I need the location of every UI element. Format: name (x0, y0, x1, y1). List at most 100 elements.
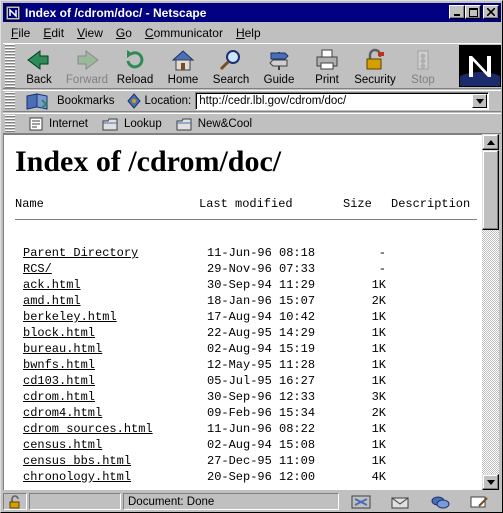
title-bar[interactable]: Index of /cdrom/doc/ - Netscape (3, 3, 501, 22)
navigation-toolbar: Back Forward Reload Home Search Guide Pr… (3, 43, 501, 89)
home-button[interactable]: Home (159, 44, 207, 88)
menu-bar: File Edit View Go Communicator Help (3, 23, 501, 43)
netscape-app-icon (5, 5, 21, 20)
column-description-header: Description (391, 197, 471, 211)
location-history-dropdown[interactable] (472, 94, 488, 108)
stop-button[interactable]: Stop (399, 44, 447, 88)
menu-communicator[interactable]: Communicator (137, 26, 228, 40)
file-date: 20-Sep-96 12:00 (207, 470, 316, 484)
folder-icon (176, 118, 192, 130)
file-link[interactable]: Parent Directory (23, 246, 138, 260)
personal-toolbar-grip[interactable] (5, 114, 15, 133)
forward-button[interactable]: Forward (63, 44, 111, 88)
file-size: 1K (371, 342, 386, 356)
file-link[interactable]: census.html (23, 438, 102, 452)
file-date: 02-Aug-94 15:19 (207, 342, 316, 356)
page-proxy-icon[interactable] (126, 93, 141, 109)
personal-item-internet[interactable]: Internet (29, 117, 88, 131)
personal-item-lookup[interactable]: Lookup (102, 117, 162, 131)
netscape-n-logo-icon (460, 46, 500, 86)
file-date: 22-Aug-95 14:29 (207, 326, 316, 340)
file-date: 12-May-95 11:28 (207, 358, 316, 372)
security-button[interactable]: Security (351, 44, 399, 88)
reload-icon (126, 50, 144, 69)
file-link[interactable]: census bbs.html (23, 454, 131, 468)
file-link[interactable]: block.html (23, 326, 95, 340)
guide-button[interactable]: Guide (255, 44, 303, 88)
close-icon (487, 8, 495, 16)
scroll-down-button[interactable] (482, 474, 499, 490)
forward-label: Forward (65, 74, 109, 86)
file-date: 02-Aug-94 15:08 (207, 438, 316, 452)
column-size-header: Size (343, 197, 372, 211)
personal-item-label: Lookup (124, 117, 162, 130)
personal-item-label: New&Cool (197, 117, 253, 130)
print-label: Print (315, 74, 339, 86)
file-link[interactable]: cd103.html (23, 374, 95, 388)
file-link[interactable]: bwnfs.html (23, 358, 95, 372)
location-url-input[interactable]: http://cedr.lbl.gov/cdrom/doc/ (195, 92, 490, 110)
back-button[interactable]: Back (15, 44, 63, 88)
location-label: Location: (144, 95, 192, 107)
component-bar (341, 493, 499, 510)
file-link[interactable]: cdrom sources.html (23, 422, 153, 436)
reload-label: Reload (116, 74, 154, 86)
reload-button[interactable]: Reload (111, 44, 159, 88)
maximize-button[interactable] (465, 5, 481, 19)
navigator-component-icon[interactable] (351, 495, 371, 509)
page-content: Index of /cdrom/doc/ Name Last modified Si… (3, 134, 482, 490)
mail-component-icon[interactable] (390, 495, 410, 509)
search-button[interactable]: Search (207, 44, 255, 88)
menu-view[interactable]: View (69, 26, 108, 40)
file-date: 18-Jan-96 15:07 (207, 294, 316, 308)
personal-item-new-cool[interactable]: New&Cool (176, 117, 252, 131)
file-date: 27-Dec-95 11:09 (207, 454, 316, 468)
column-modified-header: Last modified (199, 197, 293, 211)
print-button[interactable]: Print (303, 44, 351, 88)
file-size: 1K (371, 326, 386, 340)
file-date: 30-Sep-96 12:33 (207, 390, 316, 404)
header-divider (15, 219, 477, 221)
discussions-component-icon[interactable] (430, 495, 450, 509)
back-arrow-icon (27, 50, 49, 70)
file-date: 11-Jun-96 08:18 (207, 246, 316, 260)
menu-file[interactable]: File (3, 26, 35, 40)
guide-label: Guide (263, 74, 295, 86)
location-url-text: http://cedr.lbl.gov/cdrom/doc/ (199, 95, 347, 107)
home-icon (171, 50, 195, 71)
menu-go[interactable]: Go (108, 26, 137, 40)
folder-icon (102, 118, 118, 130)
file-link[interactable]: chronology.html (23, 470, 131, 484)
file-link[interactable]: cdrom.html (23, 390, 95, 404)
file-link[interactable]: ack.html (23, 278, 81, 292)
vertical-scrollbar[interactable] (482, 134, 499, 490)
location-field-group: Location: http://cedr.lbl.gov/cdrom/doc/ (126, 92, 490, 110)
file-link[interactable]: berkeley.html (23, 310, 117, 324)
location-toolbar-grip[interactable] (5, 92, 15, 110)
bookmarks-button[interactable]: Bookmarks (25, 92, 115, 110)
composer-component-icon[interactable] (469, 495, 489, 509)
file-link[interactable]: RCS/ (23, 262, 52, 276)
netscape-logo[interactable] (459, 45, 501, 87)
search-icon (219, 50, 240, 71)
scroll-thumb[interactable] (482, 150, 499, 230)
file-link[interactable]: amd.html (23, 294, 81, 308)
browser-window: Index of /cdrom/doc/ - Netscape File Edi… (0, 0, 503, 513)
close-button[interactable] (483, 5, 499, 19)
home-label: Home (167, 74, 199, 86)
file-size: 1K (371, 454, 386, 468)
file-size: 2K (371, 294, 386, 308)
security-status[interactable] (3, 493, 27, 510)
file-link[interactable]: bureau.html (23, 342, 102, 356)
personal-item-label: Internet (49, 117, 88, 130)
file-size: 1K (371, 422, 386, 436)
scroll-up-button[interactable] (482, 134, 499, 150)
minimize-button[interactable] (449, 5, 465, 19)
status-message: Document: Done (123, 493, 339, 510)
search-label: Search (212, 74, 250, 86)
menu-help[interactable]: Help (228, 26, 266, 40)
toolbar-grip[interactable] (5, 44, 15, 88)
back-label: Back (26, 74, 52, 86)
menu-edit[interactable]: Edit (35, 26, 69, 40)
file-link[interactable]: cdrom4.html (23, 406, 102, 420)
